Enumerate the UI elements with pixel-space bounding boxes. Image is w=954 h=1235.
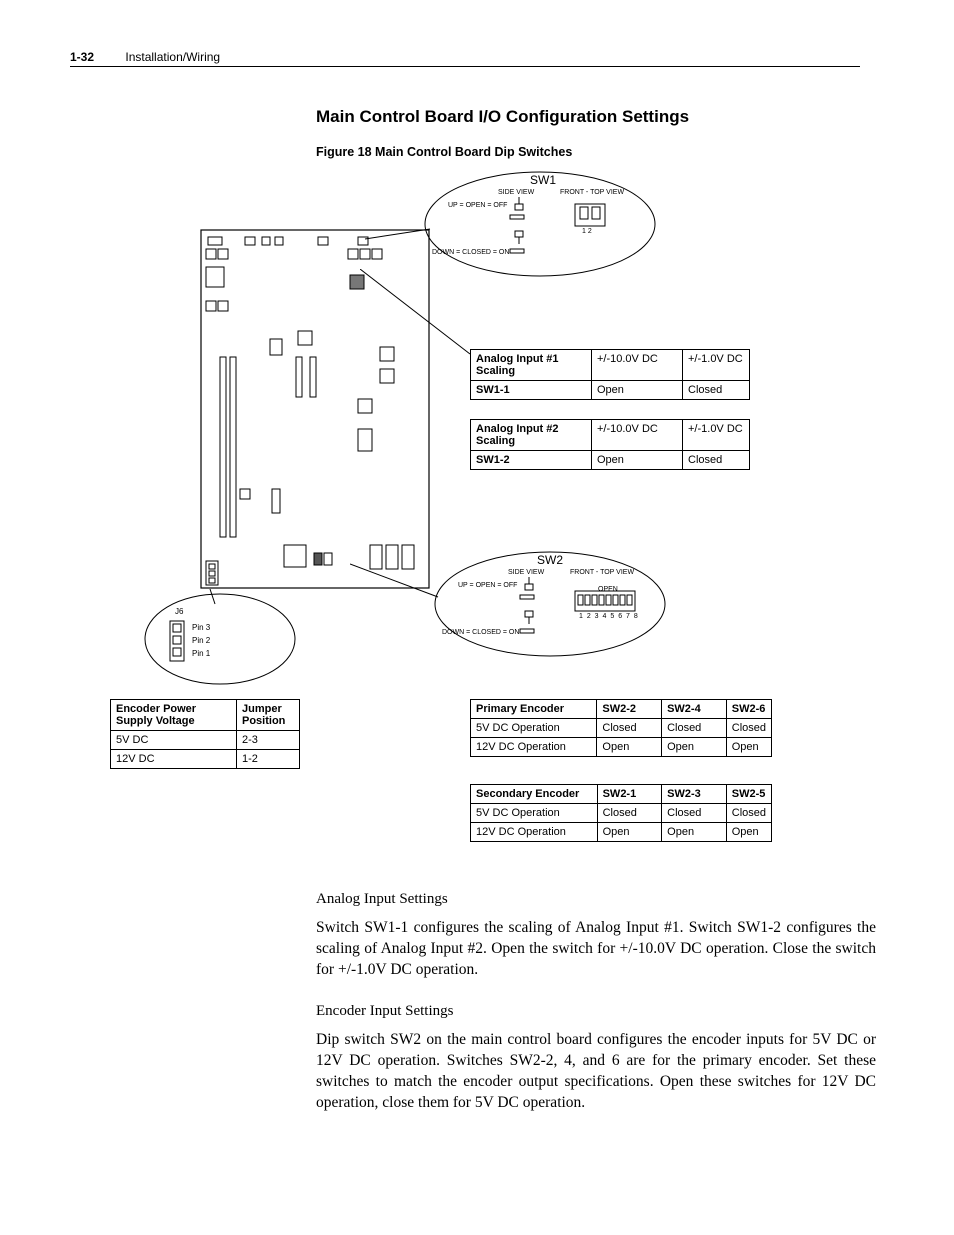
sw2-up-label: UP = OPEN = OFF (458, 582, 517, 589)
encoder-power-table: Encoder Power Supply VoltageJumper Posit… (110, 699, 300, 769)
j6-pin3: Pin 3 (192, 623, 210, 632)
secondary-encoder-table: Secondary EncoderSW2-1SW2-3SW2-5 5V DC O… (470, 784, 772, 842)
j6-pin2: Pin 2 (192, 636, 210, 645)
sw2-nums: 1 2 3 4 5 6 7 8 (579, 613, 639, 620)
analog-settings-heading: Analog Input Settings (316, 891, 884, 908)
sw2-label: SW2 (537, 553, 563, 567)
encoder-settings-paragraph: Dip switch SW2 on the main control board… (316, 1030, 876, 1114)
section-name: Installation/Wiring (125, 50, 220, 64)
sw1-up-label: UP = OPEN = OFF (448, 202, 507, 209)
page-header: 1-32 Installation/Wiring (70, 50, 884, 67)
sw1-down-label: DOWN = CLOSED = ON (432, 249, 509, 256)
encoder-settings-heading: Encoder Input Settings (316, 1003, 884, 1020)
section-title: Main Control Board I/O Configuration Set… (316, 107, 884, 127)
primary-encoder-table: Primary EncoderSW2-2SW2-4SW2-6 5V DC Ope… (470, 699, 772, 757)
sw1-side-view-label: SIDE VIEW (498, 189, 534, 196)
analog-input-2-table: Analog Input #2 Scaling+/-10.0V DC+/-1.0… (470, 419, 750, 470)
j6-label: J6 (175, 607, 183, 616)
figure-caption: Figure 18 Main Control Board Dip Switche… (316, 145, 884, 159)
analog-input-1-table: Analog Input #1 Scaling+/-10.0V DC+/-1.0… (470, 349, 750, 400)
sw2-open-label: OPEN (598, 586, 618, 593)
analog-settings-paragraph: Switch SW1-1 configures the scaling of A… (316, 918, 876, 981)
page-number: 1-32 (70, 50, 94, 64)
diagram-area: SW1 SIDE VIEW FRONT - TOP VIEW UP = OPEN… (70, 169, 884, 869)
j6-pin1: Pin 1 (192, 649, 210, 658)
j6-callout (140, 589, 300, 689)
sw2-front-view-label: FRONT - TOP VIEW (570, 569, 634, 576)
sw2-side-view-label: SIDE VIEW (508, 569, 544, 576)
sw1-nums: 1 2 (582, 228, 592, 235)
sw1-label: SW1 (530, 173, 556, 187)
sw2-down-label: DOWN = CLOSED = ON (442, 629, 519, 636)
sw1-front-view-label: FRONT - TOP VIEW (560, 189, 624, 196)
control-board-icon (200, 229, 430, 589)
